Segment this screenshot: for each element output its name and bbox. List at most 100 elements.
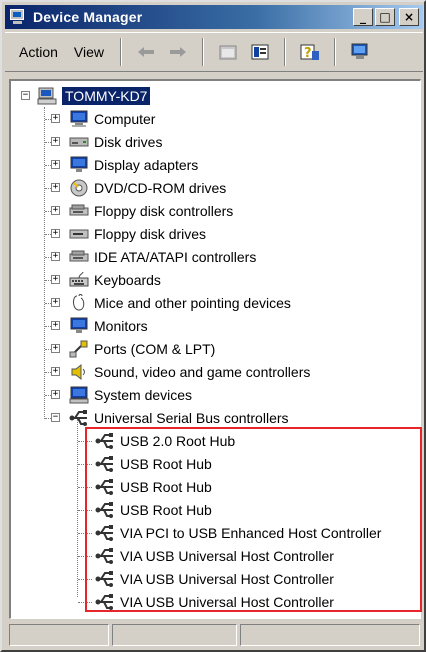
usb-icon [95, 478, 115, 496]
tree-connector [78, 579, 92, 580]
usb-device-item[interactable]: USB Root Hub [95, 453, 212, 475]
tree-connector [78, 533, 92, 534]
tree-category[interactable]: IDE ATA/ATAPI controllers [69, 246, 256, 268]
toolbar-separator [334, 38, 337, 66]
close-button[interactable]: × [399, 8, 419, 26]
scan-hardware-icon[interactable] [347, 39, 373, 65]
tree-connector [78, 487, 92, 488]
tree-connector [78, 441, 92, 442]
usb-device-item-label: VIA USB Universal Host Controller [120, 594, 334, 610]
usb-device-item[interactable]: VIA PCI to USB Enhanced Host Controller [95, 522, 381, 544]
expand-toggle[interactable]: + [51, 252, 60, 261]
expand-toggle[interactable]: + [51, 344, 60, 353]
forward-arrow-icon[interactable] [165, 39, 191, 65]
tree-category-label: Keyboards [94, 272, 161, 288]
expand-toggle[interactable]: + [51, 367, 60, 376]
menu-action[interactable]: Action [11, 40, 66, 64]
tree-category[interactable]: DVD/CD-ROM drives [69, 177, 226, 199]
tree-category[interactable]: Sound, video and game controllers [69, 361, 310, 383]
usb-icon [69, 409, 89, 427]
controller-icon [69, 202, 89, 220]
controller-icon [69, 248, 89, 266]
tree-category-label: Sound, video and game controllers [94, 364, 311, 380]
tree-category[interactable]: Floppy disk drives [69, 223, 206, 245]
usb-device-item[interactable]: VIA USB Universal Host Controller [95, 568, 334, 590]
tree-category-label: Floppy disk controllers [94, 203, 234, 219]
tree-root-label: TOMMY-KD7 [62, 87, 151, 105]
usb-device-item-label: VIA USB Universal Host Controller [120, 571, 334, 587]
usb-device-item[interactable]: USB Root Hub [95, 499, 212, 521]
tree-category-label: Computer [94, 111, 156, 127]
tree-category-label: Universal Serial Bus controllers [94, 410, 289, 426]
help-icon[interactable]: ? [297, 39, 323, 65]
title-bar[interactable]: Device Manager _ □ × [5, 5, 423, 29]
expand-toggle[interactable]: + [51, 275, 60, 284]
toolbar: Action View ? [5, 32, 423, 72]
usb-device-item-label: VIA USB Universal Host Controller [120, 548, 334, 564]
tree-category[interactable]: Floppy disk controllers [69, 200, 233, 222]
usb-device-item-label: USB 2.0 Root Hub [120, 433, 236, 449]
tree-category-label: IDE ATA/ATAPI controllers [94, 249, 257, 265]
usb-icon [95, 501, 115, 519]
cdrom-icon [69, 179, 89, 197]
tree-category[interactable]: Display adapters [69, 154, 198, 176]
usb-device-item[interactable]: VIA USB Universal Host Controller [95, 545, 334, 567]
tree-category-label: Disk drives [94, 134, 163, 150]
toolbar-separator [202, 38, 205, 66]
port-icon [69, 340, 89, 358]
display-adapter-icon [69, 156, 89, 174]
back-arrow-icon[interactable] [133, 39, 159, 65]
tree-category[interactable]: Ports (COM & LPT) [69, 338, 215, 360]
usb-device-item[interactable]: USB Root Hub [95, 476, 212, 498]
maximize-button[interactable]: □ [375, 8, 395, 26]
usb-collapse-toggle[interactable]: − [51, 413, 60, 422]
usb-icon [95, 593, 115, 611]
usb-device-item[interactable]: USB 2.0 Root Hub [95, 430, 235, 452]
tree-connector [78, 510, 92, 511]
tree-category[interactable]: Universal Serial Bus controllers [69, 407, 289, 429]
tree-category-label: Display adapters [94, 157, 199, 173]
tree-category-label: Floppy disk drives [94, 226, 207, 242]
expand-toggle[interactable]: + [51, 229, 60, 238]
computer-icon [37, 87, 57, 105]
expand-toggle[interactable]: + [51, 206, 60, 215]
tree-category-label: System devices [94, 387, 193, 403]
tree-category[interactable]: Disk drives [69, 131, 162, 153]
tree-category[interactable]: System devices [69, 384, 192, 406]
computer-icon [69, 110, 89, 128]
status-pane [112, 624, 237, 646]
tree-category[interactable]: Keyboards [69, 269, 161, 291]
expand-toggle[interactable]: + [51, 298, 60, 307]
expand-toggle[interactable]: + [51, 183, 60, 192]
keyboard-icon [69, 271, 89, 289]
disk-drive-icon [69, 133, 89, 151]
tree-category[interactable]: Mice and other pointing devices [69, 292, 291, 314]
expand-toggle[interactable]: + [51, 390, 60, 399]
usb-device-item-label: VIA PCI to USB Enhanced Host Controller [120, 525, 382, 541]
tree-category[interactable]: Monitors [69, 315, 148, 337]
minimize-button[interactable]: _ [353, 8, 373, 26]
tree-category[interactable]: Computer [69, 108, 155, 130]
root-collapse-toggle[interactable]: − [21, 91, 30, 100]
usb-device-item-label: USB Root Hub [120, 479, 212, 495]
tree-root[interactable]: TOMMY-KD7 [37, 85, 151, 107]
properties-icon[interactable] [215, 39, 241, 65]
window-title: Device Manager [33, 9, 143, 25]
expand-toggle[interactable]: + [51, 321, 60, 330]
tree-connector [78, 464, 92, 465]
expand-toggle[interactable]: + [51, 114, 60, 123]
status-pane [9, 624, 109, 646]
svg-text:?: ? [304, 46, 312, 61]
expand-toggle[interactable]: + [51, 137, 60, 146]
menu-view[interactable]: View [66, 40, 112, 64]
system-icon [69, 386, 89, 404]
tree-view-icon[interactable] [247, 39, 273, 65]
tree-category-label: Ports (COM & LPT) [94, 341, 216, 357]
usb-icon [95, 432, 115, 450]
usb-icon [95, 547, 115, 565]
device-tree[interactable]: − TOMMY-KD7 + Computer + Disk drives + Display … [9, 79, 421, 619]
mouse-icon [69, 294, 89, 312]
sound-icon [69, 363, 89, 381]
expand-toggle[interactable]: + [51, 160, 60, 169]
usb-device-item[interactable]: VIA USB Universal Host Controller [95, 591, 334, 613]
